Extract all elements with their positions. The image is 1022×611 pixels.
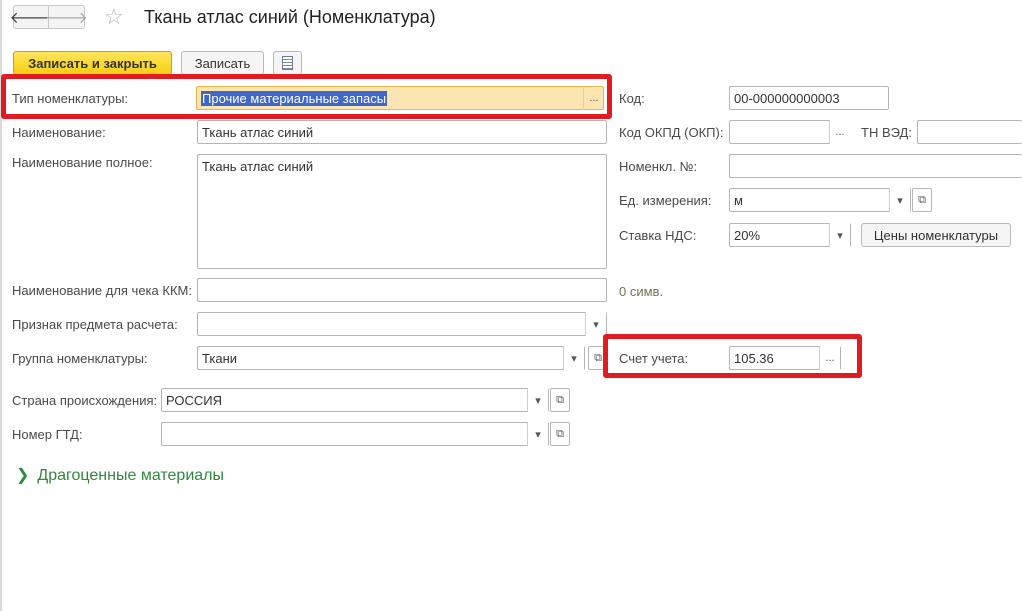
full-name-label: Наименование полное: <box>12 155 153 170</box>
vat-label: Ставка НДС: <box>619 228 697 243</box>
code-field[interactable]: 00-000000000003 <box>729 86 889 110</box>
document-icon <box>282 56 293 70</box>
vat-dropdown[interactable]: ▾ <box>829 223 850 247</box>
chevron-down-icon: ▾ <box>897 194 903 207</box>
star-icon[interactable]: ☆ <box>104 6 124 28</box>
okpd-label: Код ОКПД (ОКП): <box>619 125 724 140</box>
gtd-open-button[interactable]: ⧉ <box>550 422 570 446</box>
arrow-right-icon: 🡒 <box>45 9 88 27</box>
group-dropdown[interactable]: ▾ <box>563 346 584 370</box>
article-label: Номенкл. №: <box>619 159 698 174</box>
country-label: Страна происхождения: <box>12 393 158 408</box>
gtd-label: Номер ГТД: <box>12 427 83 442</box>
chevron-right-icon: ❯ <box>16 467 30 484</box>
gtd-dropdown[interactable]: ▾ <box>527 422 548 446</box>
group-field[interactable]: Ткани <box>197 346 585 370</box>
chevron-down-icon: ▾ <box>571 352 577 365</box>
name-label: Наименование: <box>12 125 106 140</box>
receipt-name-label: Наименование для чека ККМ: <box>12 283 192 298</box>
forward-button[interactable]: 🡒 <box>45 5 88 29</box>
gtd-field[interactable] <box>161 422 549 446</box>
open-window-icon: ⧉ <box>556 393 564 406</box>
code-label: Код: <box>619 91 645 106</box>
name-field[interactable]: Ткань атлас синий <box>197 120 607 144</box>
tnved-label: ТН ВЭД: <box>861 125 912 140</box>
open-window-icon: ⧉ <box>594 351 602 364</box>
receipt-name-field[interactable] <box>197 278 607 302</box>
chevron-down-icon: ▾ <box>535 428 541 441</box>
precious-materials-label: Драгоценные материалы <box>37 467 224 484</box>
page-title: Ткань атлас синий (Номенклатура) <box>144 7 436 27</box>
payment-subject-label: Признак предмета расчета: <box>12 317 178 332</box>
precious-materials-section[interactable]: ❯ Драгоценные материалы <box>16 465 224 485</box>
chevron-down-icon: ▾ <box>535 394 541 407</box>
tnved-field[interactable] <box>917 120 1022 144</box>
char-count: 0 симв. <box>619 284 664 299</box>
group-label: Группа номенклатуры: <box>12 351 148 366</box>
full-name-textarea[interactable]: Ткань атлас синий <box>197 154 607 269</box>
open-window-icon: ⧉ <box>918 193 926 206</box>
okpd-select-button[interactable]: ... <box>829 120 850 144</box>
chevron-down-icon: ▾ <box>593 318 599 331</box>
highlight-box-type <box>1 74 612 119</box>
unit-dropdown[interactable]: ▾ <box>889 188 910 212</box>
highlight-box-account <box>603 334 862 378</box>
save-button[interactable]: Записать <box>181 51 264 75</box>
save-and-close-button[interactable]: Записать и закрыть <box>13 51 172 75</box>
country-field[interactable]: РОССИЯ <box>161 388 549 412</box>
prices-button[interactable]: Цены номенклатуры <box>861 223 1011 247</box>
unit-open-button[interactable]: ⧉ <box>912 188 932 212</box>
open-window-icon: ⧉ <box>556 427 564 440</box>
unit-label: Ед. измерения: <box>619 193 712 208</box>
back-button[interactable]: 🡐 <box>10 5 52 29</box>
country-open-button[interactable]: ⧉ <box>550 388 570 412</box>
unit-field[interactable]: м <box>729 188 911 212</box>
report-button[interactable] <box>273 51 302 75</box>
chevron-down-icon: ▾ <box>837 229 843 242</box>
article-field[interactable] <box>729 154 1022 178</box>
country-dropdown[interactable]: ▾ <box>527 388 548 412</box>
payment-subject-field[interactable] <box>197 312 607 336</box>
payment-subject-dropdown[interactable]: ▾ <box>585 312 606 336</box>
